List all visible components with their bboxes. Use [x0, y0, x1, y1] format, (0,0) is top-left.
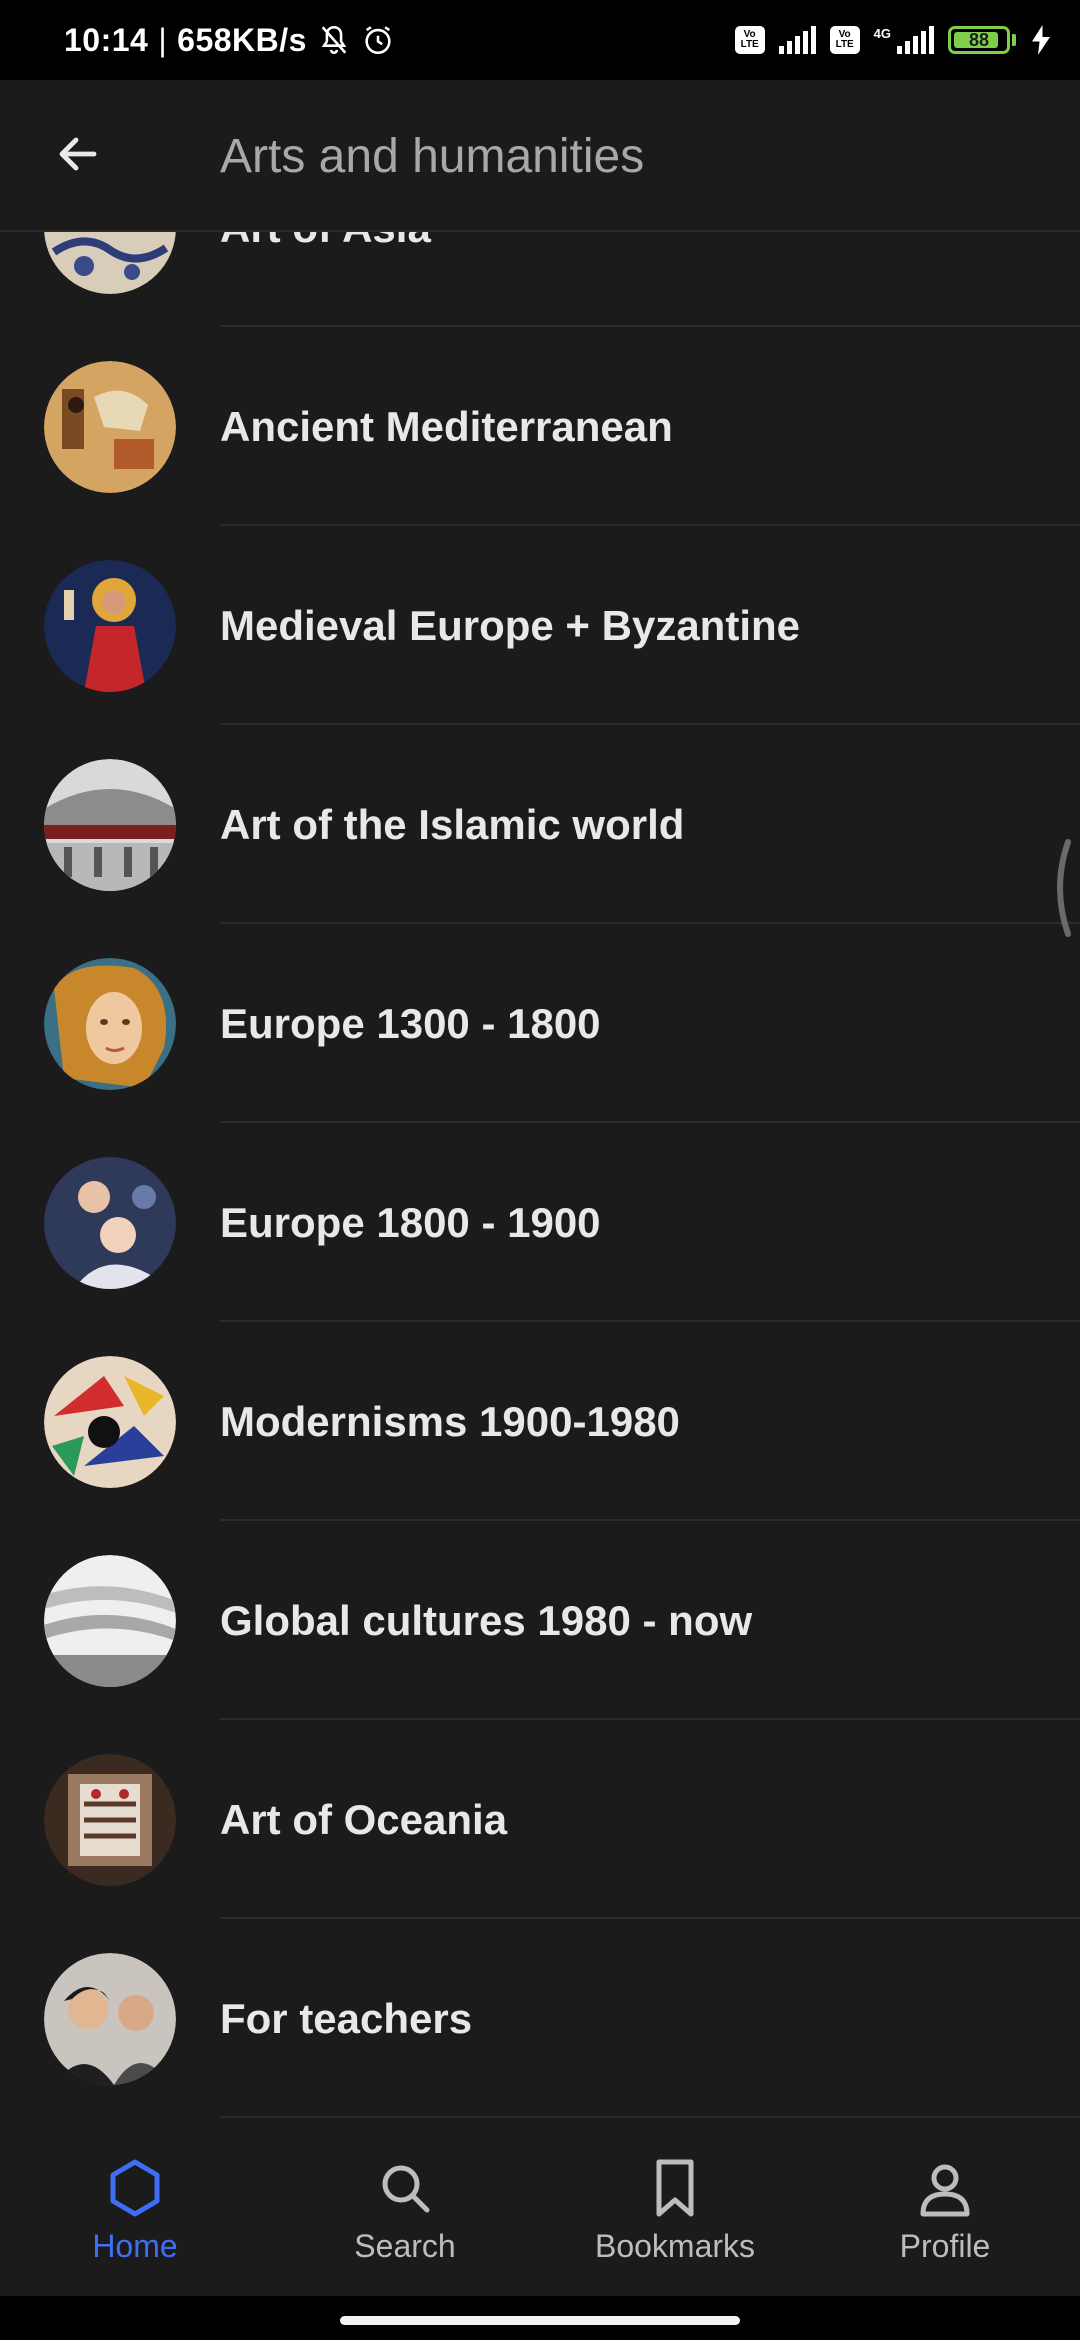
back-button[interactable] — [40, 116, 116, 192]
network-type: 4G — [873, 26, 891, 41]
nav-profile[interactable]: Profile — [810, 2140, 1080, 2296]
status-right: Vo LTE Vo LTE 4G 88 — [734, 0, 1052, 80]
item-label: Medieval Europe + Byzantine — [220, 601, 801, 649]
list-item-modernisms[interactable]: Modernisms 1900-1980 — [0, 1322, 1080, 1521]
item-label: Art of the Islamic world — [220, 800, 685, 848]
home-hexagon-icon — [110, 2159, 160, 2217]
thumbnail-medieval-europe — [44, 559, 176, 692]
charging-icon — [1032, 25, 1050, 55]
topic-list: Art of Asia Ancient Mediterranean — [0, 128, 1080, 2118]
fast-scroll-handle[interactable] — [1048, 838, 1072, 938]
nav-bookmarks-label: Bookmarks — [594, 2228, 756, 2264]
profile-icon — [920, 2164, 970, 2217]
item-label: Ancient Mediterranean — [220, 402, 673, 450]
item-label: Art of Oceania — [220, 1795, 508, 1843]
volte-text-2: Vo LTE — [835, 29, 854, 50]
item-label: Europe 1800 - 1900 — [220, 1198, 601, 1246]
item-label: Global cultures 1980 - now — [220, 1596, 753, 1644]
status-divider: | — [158, 21, 168, 58]
screen: 10:14 | 658KB/s Vo LTE Vo LTE 4G 88 Anci… — [0, 0, 1080, 2340]
thumbnail-global-cultures — [44, 1554, 176, 1687]
list-item-europe-1300-1800[interactable]: Europe 1300 - 1800 — [0, 924, 1080, 1123]
thumbnail-for-teachers — [44, 1952, 176, 2085]
signal-icon-1 — [778, 26, 816, 54]
nav-home[interactable]: Home — [0, 2140, 270, 2296]
alarm-icon — [365, 26, 391, 55]
status-time: 10:14 — [64, 21, 149, 58]
battery-tip — [1012, 34, 1016, 46]
thumbnail-art-of-oceania — [44, 1753, 176, 1886]
nav-bookmarks[interactable]: Bookmarks — [540, 2140, 810, 2296]
nav-profile-label: Profile — [899, 2228, 991, 2264]
home-gesture-bar[interactable] — [340, 2316, 740, 2325]
list-item-islamic-world[interactable]: Art of the Islamic world — [0, 725, 1080, 924]
battery-icon: 88 — [948, 26, 1010, 54]
list-item-global-cultures[interactable]: Global cultures 1980 - now — [0, 1521, 1080, 1720]
thumbnail-modernisms — [44, 1355, 176, 1488]
volte-text-1: Vo LTE — [740, 29, 759, 50]
nav-search[interactable]: Search — [270, 2140, 540, 2296]
bottom-nav: Home Search Bookmarks Profile — [0, 2140, 1080, 2296]
item-label: Modernisms 1900-1980 — [220, 1397, 680, 1445]
list-item-art-of-oceania[interactable]: Art of Oceania — [0, 1720, 1080, 1919]
thumbnail-islamic-world — [44, 758, 176, 891]
muted-bell-icon — [321, 25, 347, 54]
signal-icon-2 — [897, 26, 934, 54]
thumbnail-europe-1300-1800 — [44, 957, 176, 1090]
battery-level: 88 — [968, 29, 990, 50]
bookmark-icon — [656, 2159, 694, 2217]
status-bar: 10:14 | 658KB/s Vo LTE Vo LTE 4G 88 — [0, 0, 1080, 80]
list-item-europe-1800-1900[interactable]: Europe 1800 - 1900 — [0, 1123, 1080, 1322]
item-label: Europe 1300 - 1800 — [220, 999, 601, 1047]
thumbnail-europe-1800-1900 — [44, 1156, 176, 1289]
nav-home-label: Home — [92, 2228, 178, 2264]
search-icon — [382, 2165, 430, 2213]
page-title: Arts and humanities — [220, 129, 645, 183]
nav-search-label: Search — [354, 2228, 456, 2264]
status-left: 10:14 | 658KB/s — [64, 0, 395, 80]
list-item-ancient-mediterranean[interactable]: Ancient Mediterranean — [0, 327, 1080, 526]
thumbnail-ancient-mediterranean — [44, 360, 176, 493]
arrow-left-icon — [59, 137, 97, 171]
volte-badge-1: Vo LTE — [734, 26, 765, 54]
list-item-for-teachers[interactable]: For teachers — [0, 1919, 1080, 2118]
network-speed: 658KB/s — [177, 21, 307, 58]
volte-badge-2: Vo LTE — [829, 26, 860, 54]
list-item-medieval-europe[interactable]: Medieval Europe + Byzantine — [0, 526, 1080, 725]
item-label: For teachers — [220, 1994, 473, 2042]
app-header: Arts and humanities — [0, 80, 1080, 232]
